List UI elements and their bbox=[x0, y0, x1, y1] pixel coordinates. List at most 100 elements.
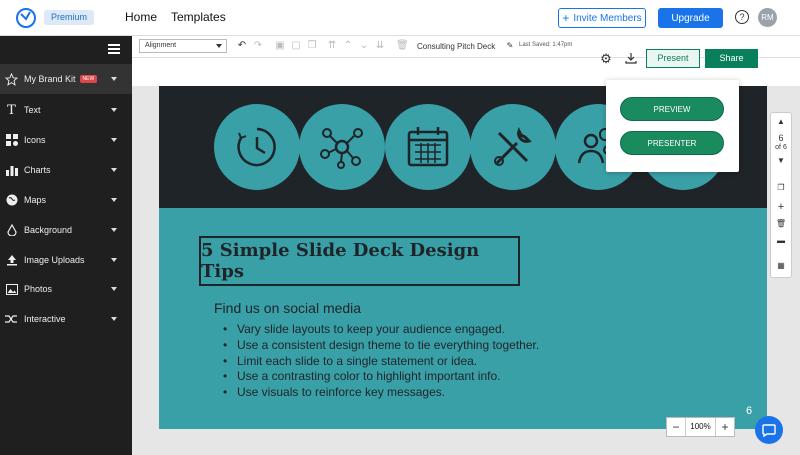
upload-icon bbox=[5, 254, 18, 267]
slide-title-box[interactable]: 5 Simple Slide Deck Design Tips bbox=[199, 236, 520, 286]
alignment-value: Alignment bbox=[145, 42, 177, 49]
chevron-down-icon bbox=[111, 317, 117, 321]
current-page: 6 bbox=[778, 133, 784, 143]
send-to-back-icon[interactable]: ⇊ bbox=[374, 40, 386, 52]
page-count: of 6 bbox=[775, 144, 787, 151]
sidebar-item-label: Background bbox=[24, 225, 73, 235]
chevron-down-icon bbox=[111, 198, 117, 202]
present-menu: PREVIEW PRESENTER bbox=[606, 80, 739, 172]
list-item: Use a consistent design theme to tie eve… bbox=[223, 338, 539, 354]
invite-members-button[interactable]: + Invite Members bbox=[558, 8, 646, 28]
slide-title: 5 Simple Slide Deck Design Tips bbox=[201, 240, 480, 282]
bring-to-front-icon[interactable]: ⇈ bbox=[326, 40, 338, 52]
chevron-down-icon bbox=[111, 228, 117, 232]
photo-icon bbox=[5, 283, 18, 296]
new-badge: NEW bbox=[79, 75, 98, 83]
clock-icon[interactable] bbox=[214, 104, 300, 190]
help-icon[interactable]: ? bbox=[735, 10, 749, 24]
sidebar: My Brand Kit NEW T Text Icons Charts Map… bbox=[0, 36, 132, 455]
list-item: Limit each slide to a single statement o… bbox=[223, 354, 539, 370]
document-title[interactable]: Consulting Pitch Deck bbox=[417, 42, 495, 51]
hamburger-menu-icon[interactable] bbox=[108, 44, 120, 54]
avatar[interactable]: RM bbox=[758, 8, 777, 27]
undo-icon[interactable]: ↶ bbox=[236, 40, 248, 52]
plus-icon: + bbox=[562, 11, 570, 25]
calendar-icon[interactable] bbox=[385, 104, 471, 190]
add-page-icon[interactable]: + bbox=[771, 201, 791, 213]
sidebar-item-image-uploads[interactable]: Image Uploads bbox=[0, 245, 132, 275]
comment-icon[interactable]: ▬ bbox=[771, 236, 791, 245]
chevron-down-icon bbox=[111, 287, 117, 291]
presenter-button[interactable]: PRESENTER bbox=[620, 131, 724, 155]
list-item: Use visuals to reinforce key messages. bbox=[223, 385, 539, 401]
sidebar-item-interactive[interactable]: Interactive bbox=[0, 304, 132, 334]
zoom-out-button[interactable]: − bbox=[667, 418, 685, 436]
last-saved-text: Last Saved: 1:47pm bbox=[519, 42, 573, 48]
chevron-down-icon bbox=[111, 258, 117, 262]
list-item: Vary slide layouts to keep your audience… bbox=[223, 322, 539, 338]
copy-icon[interactable]: ❐ bbox=[771, 183, 791, 192]
text-icon: T bbox=[7, 102, 16, 118]
sidebar-item-charts[interactable]: Charts bbox=[0, 155, 132, 185]
zoom-control: − 100% + bbox=[666, 417, 735, 437]
zoom-level: 100% bbox=[685, 418, 716, 436]
sidebar-item-label: Image Uploads bbox=[24, 255, 85, 265]
chevron-down-icon[interactable]: ▼ bbox=[771, 156, 791, 165]
sidebar-item-photos[interactable]: Photos bbox=[0, 274, 132, 304]
tools-icon[interactable] bbox=[470, 104, 556, 190]
chevron-down-icon bbox=[216, 44, 222, 48]
sidebar-item-my-brand-kit[interactable]: My Brand Kit NEW bbox=[0, 64, 132, 94]
sidebar-item-label: My Brand Kit bbox=[24, 74, 76, 84]
sidebar-item-background[interactable]: Background bbox=[0, 215, 132, 245]
sidebar-item-icons[interactable]: Icons bbox=[0, 125, 132, 155]
pages-grid-icon[interactable]: ▦ bbox=[771, 261, 791, 270]
globe-icon bbox=[5, 194, 18, 207]
top-bar: Premium Home Templates + Invite Members … bbox=[0, 0, 800, 36]
icons-icon bbox=[5, 134, 18, 147]
chevron-down-icon bbox=[111, 108, 117, 112]
trash-icon[interactable]: 🗑 bbox=[396, 40, 409, 52]
alignment-select[interactable]: Alignment bbox=[139, 39, 227, 53]
slide-subtitle[interactable]: Find us on social media bbox=[214, 300, 361, 316]
download-icon[interactable] bbox=[624, 52, 638, 64]
logo-icon[interactable] bbox=[15, 7, 37, 29]
trash-icon[interactable]: 🗑 bbox=[771, 219, 791, 228]
zoom-in-button[interactable]: + bbox=[716, 418, 734, 436]
preview-button[interactable]: PREVIEW bbox=[620, 97, 724, 121]
list-item: Use a contrasting color to highlight imp… bbox=[223, 369, 539, 385]
slide-content-band: 5 Simple Slide Deck Design Tips Find us … bbox=[159, 208, 767, 429]
sidebar-item-label: Icons bbox=[24, 135, 46, 145]
sidebar-item-label: Maps bbox=[24, 195, 47, 205]
slide-page-number: 6 bbox=[746, 405, 753, 417]
edit-icon[interactable]: ✎ bbox=[504, 40, 516, 52]
sidebar-item-text[interactable]: T Text bbox=[0, 95, 132, 125]
sidebar-item-maps[interactable]: Maps bbox=[0, 185, 132, 215]
nav-home[interactable]: Home bbox=[125, 10, 157, 24]
bring-forward-icon[interactable]: ⌃ bbox=[342, 40, 354, 52]
nav-templates[interactable]: Templates bbox=[171, 10, 226, 24]
settings-icon[interactable]: ⚙ bbox=[599, 52, 613, 65]
present-button[interactable]: Present bbox=[646, 49, 700, 68]
chart-icon bbox=[5, 164, 18, 177]
send-backward-icon[interactable]: ⌄ bbox=[358, 40, 370, 52]
sidebar-item-label: Photos bbox=[24, 284, 53, 294]
shuffle-icon bbox=[5, 313, 18, 326]
chat-icon[interactable] bbox=[755, 416, 783, 444]
sidebar-item-label: Text bbox=[24, 105, 41, 115]
upgrade-button[interactable]: Upgrade bbox=[658, 8, 723, 28]
premium-badge: Premium bbox=[44, 10, 94, 25]
duplicate-icon[interactable]: ❐ bbox=[306, 40, 318, 52]
chevron-up-icon[interactable]: ▲ bbox=[771, 117, 791, 126]
sidebar-item-label: Charts bbox=[24, 165, 51, 175]
chevron-down-icon bbox=[111, 77, 117, 81]
share-button[interactable]: Share bbox=[705, 49, 758, 68]
chevron-down-icon bbox=[111, 168, 117, 172]
ungroup-icon[interactable]: ▢ bbox=[290, 40, 302, 52]
sidebar-item-label: Interactive bbox=[24, 314, 66, 324]
group-icon[interactable]: ▣ bbox=[274, 40, 286, 52]
invite-members-label: Invite Members bbox=[573, 12, 642, 24]
slide-bullet-list[interactable]: Vary slide layouts to keep your audience… bbox=[223, 322, 539, 401]
network-icon[interactable] bbox=[299, 104, 385, 190]
redo-icon[interactable]: ↷ bbox=[252, 40, 264, 52]
star-icon bbox=[5, 72, 18, 86]
